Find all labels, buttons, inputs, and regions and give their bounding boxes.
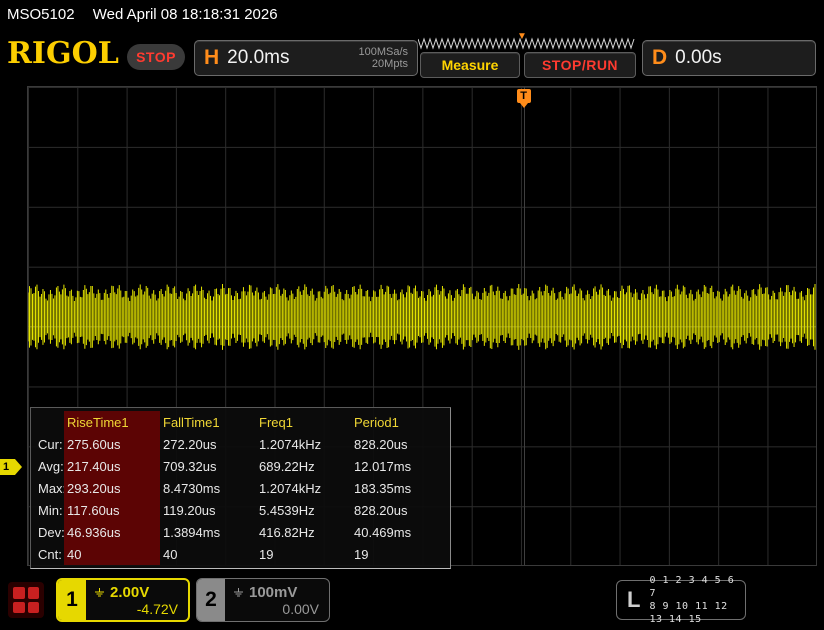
- table-cell: 40: [160, 547, 256, 562]
- delay-panel[interactable]: D 0.00s: [642, 40, 816, 76]
- h-label: H: [204, 46, 219, 70]
- delay-value: 0.00s: [675, 47, 721, 69]
- table-cell: 12.017ms: [351, 459, 448, 474]
- table-cell: 183.35ms: [351, 481, 448, 496]
- table-cell: 119.20us: [160, 503, 256, 518]
- row-label: Avg:: [31, 459, 64, 474]
- table-cell: 19: [351, 547, 448, 562]
- column-header-falltime[interactable]: FallTime1: [160, 415, 256, 430]
- logic-digits-row2: 8 9 10 11 12 13 14 15: [649, 600, 745, 626]
- rigol-logo: RIGOL: [7, 36, 119, 71]
- memory-depth: 20Mpts: [358, 58, 408, 70]
- table-cell: 689.22Hz: [256, 459, 351, 474]
- table-cell: 1.3894ms: [160, 525, 256, 540]
- stop-run-button[interactable]: STOP/RUN: [524, 52, 636, 78]
- row-label: Cur:: [31, 437, 64, 452]
- ground-coupling-icon: [233, 588, 244, 597]
- menu-grid-icon[interactable]: [8, 582, 44, 618]
- timebase-value: 20.0ms: [227, 47, 289, 69]
- channel2-number: 2: [197, 579, 225, 621]
- logic-digits-row1: 0 1 2 3 4 5 6 7: [649, 574, 745, 600]
- table-cell: 1.2074kHz: [256, 437, 351, 452]
- sample-rate: 100MSa/s: [358, 46, 408, 58]
- channel2-scale: 100mV: [249, 584, 297, 601]
- channel1-badge[interactable]: 1 2.00V -4.72V: [56, 578, 190, 622]
- preview-position-marker[interactable]: ▼: [517, 32, 527, 42]
- ground-coupling-icon: [94, 588, 105, 597]
- waveform-preview-strip[interactable]: ▼: [418, 36, 636, 51]
- table-cell: 709.32us: [160, 459, 256, 474]
- channel1-scale: 2.00V: [110, 584, 149, 601]
- table-cell: 416.82Hz: [256, 525, 351, 540]
- oscilloscope-screen: MSO5102 Wed April 08 18:18:31 2026 RIGOL…: [0, 0, 824, 630]
- channel2-offset: 0.00V: [233, 601, 319, 617]
- channel1-offset: -4.72V: [94, 601, 178, 617]
- table-cell: 1.2074kHz: [256, 481, 351, 496]
- table-cell: 293.20us: [64, 477, 160, 499]
- row-label: Min:: [31, 503, 64, 518]
- table-cell: 275.60us: [64, 433, 160, 455]
- logic-label: L: [627, 587, 640, 613]
- table-cell: 828.20us: [351, 503, 448, 518]
- table-cell: 40: [64, 543, 160, 565]
- row-label: Max:: [31, 481, 64, 496]
- status-bar: MSO5102 Wed April 08 18:18:31 2026: [0, 0, 824, 30]
- horizontal-timebase-panel[interactable]: H 20.0ms 100MSa/s 20Mpts: [194, 40, 418, 76]
- column-header-risetime[interactable]: RiseTime1: [64, 411, 160, 433]
- preview-trace: [418, 36, 636, 51]
- row-label: Dev:: [31, 525, 64, 540]
- datetime: Wed April 08 18:18:31 2026: [93, 6, 278, 23]
- table-cell: 117.60us: [64, 499, 160, 521]
- model-name: MSO5102: [7, 6, 75, 23]
- table-cell: 272.20us: [160, 437, 256, 452]
- channel2-badge[interactable]: 2 100mV 0.00V: [196, 578, 330, 622]
- table-cell: 217.40us: [64, 455, 160, 477]
- table-cell: 19: [256, 547, 351, 562]
- table-cell: 8.4730ms: [160, 481, 256, 496]
- table-cell: 46.936us: [64, 521, 160, 543]
- table-cell: 828.20us: [351, 437, 448, 452]
- channel1-position-marker[interactable]: 1: [0, 459, 22, 475]
- table-cell: 40.469ms: [351, 525, 448, 540]
- measure-button[interactable]: Measure: [420, 52, 520, 78]
- logic-channels-badge[interactable]: L 0 1 2 3 4 5 6 7 8 9 10 11 12 13 14 15: [616, 580, 746, 620]
- table-cell: 5.4539Hz: [256, 503, 351, 518]
- column-header-freq[interactable]: Freq1: [256, 415, 351, 430]
- column-header-period[interactable]: Period1: [351, 415, 448, 430]
- measurement-table: RiseTime1 FallTime1 Freq1 Period1 Cur: 2…: [30, 407, 451, 569]
- d-label: D: [652, 46, 667, 70]
- row-label: Cnt:: [31, 547, 64, 562]
- run-state-badge: STOP: [127, 44, 185, 70]
- channel1-number: 1: [58, 580, 86, 620]
- trigger-marker-icon[interactable]: T: [517, 89, 531, 103]
